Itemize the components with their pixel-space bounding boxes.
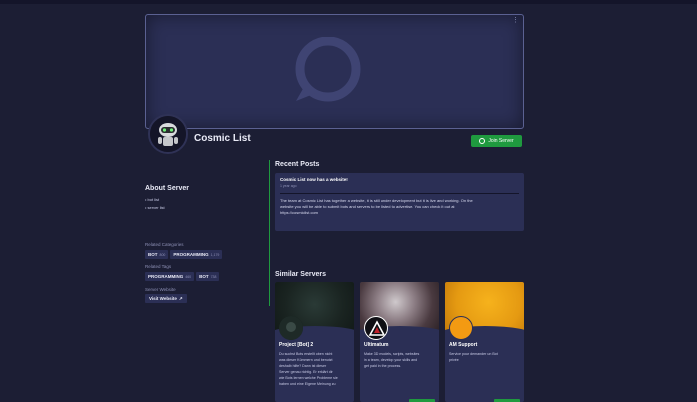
chat-bubble-icon	[295, 37, 361, 102]
category-tag[interactable]: PROGRAMMING 1,179	[170, 250, 223, 259]
post-time: 1 year ago	[280, 184, 297, 188]
card-description: Make 3D models, scripts, websites in a t…	[364, 352, 420, 368]
card-description: Du suchst Bots erstellt oben nicht was d…	[279, 352, 338, 386]
card-name: AM Support	[449, 342, 478, 348]
join-server-button[interactable]: Join Server	[471, 135, 522, 147]
card-name: Ultimatum	[364, 342, 389, 348]
website-label: Server Website	[145, 287, 176, 292]
content-divider	[269, 160, 270, 306]
similar-server-card[interactable]: Project [Bot] 2 Du suchst Bots erstellt …	[275, 282, 354, 402]
server-name: Cosmic List	[194, 133, 251, 144]
card-avatar	[279, 316, 303, 340]
similar-server-card[interactable]: AM Support Service pour demander un Bot …	[445, 282, 524, 402]
categories-tags: BOT 800 PROGRAMMING 1,179	[145, 250, 223, 259]
recent-posts-title: Recent Posts	[275, 161, 320, 168]
card-description: Service pour demander un Bot privée	[449, 352, 498, 362]
external-link-icon: ↗	[178, 295, 183, 301]
card-avatar	[364, 316, 388, 340]
categories-label: Related Categories	[145, 242, 184, 247]
top-bar	[0, 0, 697, 4]
post-separator	[280, 193, 519, 194]
related-tag[interactable]: PROGRAMMING 460	[145, 272, 195, 281]
post-card[interactable]: Cosmic List now has a website! 1 year ag…	[275, 173, 524, 231]
category-tag[interactable]: BOT 800	[145, 250, 169, 259]
tags-label: Related Tags	[145, 264, 172, 269]
visit-website-label: Visit Website	[149, 296, 177, 301]
server-banner: ⋮	[145, 14, 524, 129]
about-item: • server list	[145, 205, 165, 210]
plus-circle-icon	[479, 138, 486, 144]
related-tags: PROGRAMMING 460 BOT 738	[145, 272, 220, 281]
about-title: About Server	[145, 185, 189, 192]
join-server-label: Join Server	[488, 138, 514, 144]
about-item: • bot list	[145, 197, 160, 202]
server-avatar	[148, 114, 188, 154]
about-list: • bot list • server list	[145, 196, 165, 212]
similar-servers-title: Similar Servers	[275, 271, 326, 278]
card-avatar	[449, 316, 473, 340]
post-body: The team at Cosmic List has together a w…	[280, 198, 473, 215]
visit-website-button[interactable]: Visit Website ↗	[145, 294, 187, 303]
card-name: Project [Bot] 2	[279, 342, 314, 348]
vertical-dots-icon[interactable]: ⋮	[512, 17, 519, 24]
related-tag[interactable]: BOT 738	[196, 272, 220, 281]
similar-server-card[interactable]: Ultimatum Make 3D models, scripts, websi…	[360, 282, 439, 402]
post-title: Cosmic List now has a website!	[280, 177, 348, 182]
